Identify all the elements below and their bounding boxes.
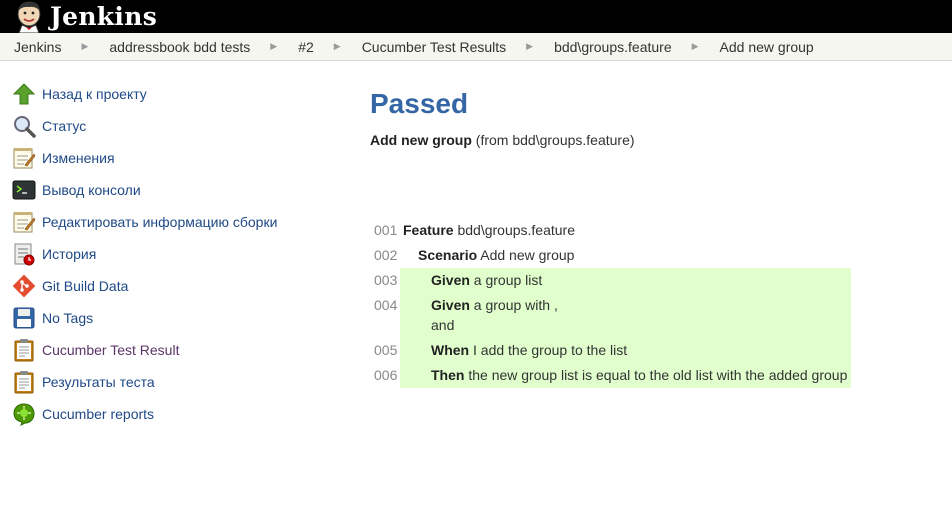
sidebar-item-test-results[interactable]: Результаты теста xyxy=(12,366,312,398)
clipboard-icon xyxy=(12,370,36,394)
step-body: Feature bdd\groups.feature xyxy=(400,218,578,243)
jenkins-logo[interactable]: Jenkins xyxy=(12,0,158,34)
line-number: 002 xyxy=(374,247,398,263)
sidebar-item-history[interactable]: История xyxy=(12,238,312,270)
step-keyword: Scenario xyxy=(418,247,478,263)
breadcrumb-item-build[interactable]: #2 xyxy=(298,39,314,55)
breadcrumb-separator-icon[interactable]: ▶ xyxy=(81,41,88,52)
sidebar-item-label[interactable]: Вывод консоли xyxy=(42,182,141,198)
step-keyword: Given xyxy=(431,297,470,313)
sidebar-item-back-to-project[interactable]: Назад к проекту xyxy=(12,78,312,110)
step-row: 004 Given a group with , and xyxy=(370,293,851,338)
terminal-icon xyxy=(12,178,36,202)
step-text: I add the group to the list xyxy=(469,342,628,358)
line-number: 003 xyxy=(374,272,398,288)
step-row: 005 When I add the group to the list xyxy=(370,338,851,363)
magnifier-icon xyxy=(12,114,36,138)
step-row: 003 Given a group list xyxy=(370,268,851,293)
page-title: Passed xyxy=(370,88,469,119)
floppy-icon xyxy=(12,306,36,330)
breadcrumb: Jenkins ▶ addressbook bdd tests ▶ #2 ▶ C… xyxy=(0,33,952,61)
step-body-passed: Given a group with , and xyxy=(400,293,851,338)
step-keyword: Given xyxy=(431,272,470,288)
sidebar-item-git-build-data[interactable]: Git Build Data xyxy=(12,270,312,302)
breadcrumb-item-jenkins[interactable]: Jenkins xyxy=(14,39,61,55)
step-text: bdd\groups.feature xyxy=(453,222,575,238)
step-keyword: Feature xyxy=(403,222,454,238)
sidebar-item-label[interactable]: Cucumber Test Result xyxy=(42,342,179,358)
breadcrumb-item-cucumber-results[interactable]: Cucumber Test Results xyxy=(362,39,506,55)
sidebar-item-status[interactable]: Статус xyxy=(12,110,312,142)
step-body: Scenario Add new group xyxy=(400,243,577,268)
history-icon xyxy=(12,242,36,266)
breadcrumb-separator-icon[interactable]: ▶ xyxy=(270,41,277,52)
notepad-icon xyxy=(12,210,36,234)
sidebar-item-cucumber-test-result[interactable]: Cucumber Test Result xyxy=(12,334,312,366)
breadcrumb-item-job[interactable]: addressbook bdd tests xyxy=(109,39,250,55)
sidebar-item-cucumber-reports[interactable]: Cucumber reports xyxy=(12,398,312,430)
breadcrumb-separator-icon[interactable]: ▶ xyxy=(526,41,533,52)
sidebar-item-label[interactable]: No Tags xyxy=(42,310,93,326)
page-header: Jenkins xyxy=(0,0,952,34)
step-text: a group with , xyxy=(469,297,558,313)
clipboard-icon xyxy=(12,338,36,362)
sidebar-item-label[interactable]: Редактировать информацию сборки xyxy=(42,214,277,230)
step-body-passed: Given a group list xyxy=(400,268,851,293)
step-text: a group list xyxy=(469,272,543,288)
step-row: 001 Feature bdd\groups.feature xyxy=(370,218,851,243)
sidebar-item-label[interactable]: История xyxy=(42,246,96,262)
line-number: 006 xyxy=(374,367,398,383)
step-keyword: When xyxy=(431,342,470,358)
step-body-passed: When I add the group to the list xyxy=(400,338,851,363)
line-number: 005 xyxy=(374,342,398,358)
sidebar-item-edit-build-info[interactable]: Редактировать информацию сборки xyxy=(12,206,312,238)
sidebar-item-console-output[interactable]: Вывод консоли xyxy=(12,174,312,206)
jenkins-butler-icon xyxy=(12,0,46,34)
step-row: 002 Scenario Add new group xyxy=(370,243,851,268)
scenario-name: Add new group xyxy=(370,132,472,148)
scenario-source: (from bdd\groups.feature) xyxy=(475,132,635,148)
arrow-up-icon xyxy=(12,82,36,106)
sidebar-item-label[interactable]: Git Build Data xyxy=(42,278,128,294)
steps-list: 001 Feature bdd\groups.feature 002 Scena… xyxy=(370,218,851,388)
sidebar-item-no-tags[interactable]: No Tags xyxy=(12,302,312,334)
step-row: 006 Then the new group list is equal to … xyxy=(370,363,851,388)
line-number: 001 xyxy=(374,222,398,238)
sidebar-item-label[interactable]: Назад к проекту xyxy=(42,86,147,102)
git-icon xyxy=(12,274,36,298)
notepad-icon xyxy=(12,146,36,170)
sidebar-item-changes[interactable]: Изменения xyxy=(12,142,312,174)
step-table-text: and xyxy=(431,317,455,333)
sidebar-item-label[interactable]: Cucumber reports xyxy=(42,406,154,422)
cucumber-icon xyxy=(12,402,36,426)
line-number: 004 xyxy=(374,297,398,313)
step-keyword: Then xyxy=(431,367,465,383)
app-name: Jenkins xyxy=(50,2,158,31)
sidebar: Назад к проекту Статус Изменения Вывод к… xyxy=(12,78,312,430)
breadcrumb-separator-icon[interactable]: ▶ xyxy=(692,41,699,52)
step-text: Add new group xyxy=(477,247,575,263)
sidebar-item-label[interactable]: Результаты теста xyxy=(42,374,155,390)
breadcrumb-item-scenario[interactable]: Add new group xyxy=(720,39,814,55)
breadcrumb-separator-icon[interactable]: ▶ xyxy=(334,41,341,52)
sidebar-item-label[interactable]: Статус xyxy=(42,118,86,134)
step-text: the new group list is equal to the old l… xyxy=(464,367,848,383)
scenario-subtitle: Add new group (from bdd\groups.feature) xyxy=(370,132,952,148)
main-panel: Passed Add new group (from bdd\groups.fe… xyxy=(370,86,952,148)
step-body-passed: Then the new group list is equal to the … xyxy=(400,363,851,388)
breadcrumb-item-feature[interactable]: bdd\groups.feature xyxy=(554,39,672,55)
sidebar-item-label[interactable]: Изменения xyxy=(42,150,115,166)
